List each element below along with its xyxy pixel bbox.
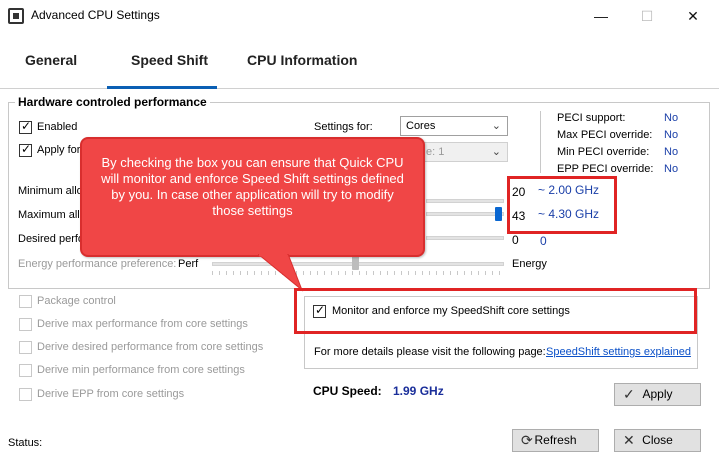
max-slider-thumb[interactable] <box>495 207 502 221</box>
settings-for-select[interactable]: Cores ⌄ <box>400 116 508 136</box>
minimize-button[interactable]: — <box>578 4 624 30</box>
derive-max-checkbox[interactable] <box>19 318 32 331</box>
close-label: Close <box>642 433 673 447</box>
monitor-enforce-label: Monitor and enforce my SpeedShift core s… <box>332 305 570 317</box>
settings-for-value: Cores <box>406 120 436 132</box>
callout-text: By checking the box you can ensure that … <box>101 155 404 218</box>
maximize-button[interactable]: ☐ <box>624 4 670 30</box>
epp-peci-label: EPP PECI override: <box>557 163 654 175</box>
close-button[interactable]: ✕ Close <box>614 429 701 452</box>
derive-min-checkbox[interactable] <box>19 364 32 377</box>
min-peci-value: No <box>664 146 679 158</box>
max-performance-slider[interactable] <box>426 212 504 216</box>
tab-cpu-information[interactable]: CPU Information <box>247 52 357 68</box>
group-title: Hardware controled performance <box>15 95 210 109</box>
package-control-checkbox[interactable] <box>19 295 32 308</box>
derive-epp-label: Derive EPP from core settings <box>37 388 185 400</box>
package-control-label: Package control <box>37 295 116 307</box>
chevron-down-icon: ⌄ <box>491 120 501 132</box>
epp-slider-ticks <box>212 271 504 275</box>
derive-min-label: Derive min performance from core setting… <box>37 364 245 376</box>
peci-support-value: No <box>664 112 679 124</box>
settings-for-label: Settings for: <box>314 121 373 133</box>
close-icon: ✕ <box>623 432 635 448</box>
core-select-value: e: 1 <box>426 146 445 158</box>
apply-button[interactable]: ✓ Apply <box>614 383 701 406</box>
tab-general[interactable]: General <box>25 52 77 68</box>
tooltip-callout: By checking the box you can ensure that … <box>80 137 425 257</box>
cpu-speed-value: 1.99 GHz <box>393 384 444 398</box>
refresh-label: Refresh <box>534 433 577 447</box>
apply-label: Apply <box>642 387 673 401</box>
speedshift-link[interactable]: SpeedShift settings explained <box>546 346 691 358</box>
min-performance-label: Minimum allo <box>18 185 83 197</box>
min-performance-slider[interactable] <box>426 199 504 203</box>
epp-label: Energy performance preference: <box>18 258 177 270</box>
derive-epp-checkbox[interactable] <box>19 388 32 401</box>
frequency-highlight-box <box>507 176 617 234</box>
cpu-speed-label: CPU Speed: <box>313 384 382 398</box>
desired-performance-slider[interactable] <box>426 236 504 240</box>
desired-frequency: 0 <box>540 234 547 248</box>
epp-left-label: Perf <box>178 258 199 270</box>
epp-peci-value: No <box>664 163 679 175</box>
derive-desired-label: Derive desired performance from core set… <box>37 341 264 353</box>
epp-slider-thumb[interactable] <box>352 256 359 270</box>
apply-for-checkbox[interactable] <box>19 142 32 157</box>
cpu-app-icon <box>8 8 24 24</box>
apply-for-label: Apply for <box>37 144 81 156</box>
desired-performance-label: Desired perfo <box>18 233 85 245</box>
details-text: For more details please visit the follow… <box>314 346 546 358</box>
monitor-enforce-checkbox[interactable] <box>313 303 326 318</box>
desired-value: 0 <box>512 233 519 247</box>
max-peci-label: Max PECI override: <box>557 129 653 141</box>
derive-max-label: Derive max performance from core setting… <box>37 318 248 330</box>
min-peci-label: Min PECI override: <box>557 146 650 158</box>
peci-divider <box>540 111 541 173</box>
enabled-checkbox[interactable] <box>19 119 32 134</box>
enabled-label: Enabled <box>37 121 78 133</box>
active-tab-indicator <box>107 86 217 89</box>
refresh-button[interactable]: ⟳ Refresh <box>512 429 599 452</box>
window-title: Advanced CPU Settings <box>31 8 160 22</box>
checkmark-icon: ✓ <box>623 386 635 402</box>
max-performance-label: Maximum allo <box>18 209 86 221</box>
refresh-icon: ⟳ <box>521 432 533 448</box>
peci-support-label: PECI support: <box>557 112 626 124</box>
derive-desired-checkbox[interactable] <box>19 341 32 354</box>
tab-speed-shift[interactable]: Speed Shift <box>131 52 208 68</box>
epp-right-label: Energy <box>512 258 547 270</box>
status-label: Status: <box>8 437 43 449</box>
close-window-button[interactable]: ✕ <box>670 4 716 30</box>
max-peci-value: No <box>664 129 679 141</box>
chevron-down-icon: ⌄ <box>491 146 501 158</box>
